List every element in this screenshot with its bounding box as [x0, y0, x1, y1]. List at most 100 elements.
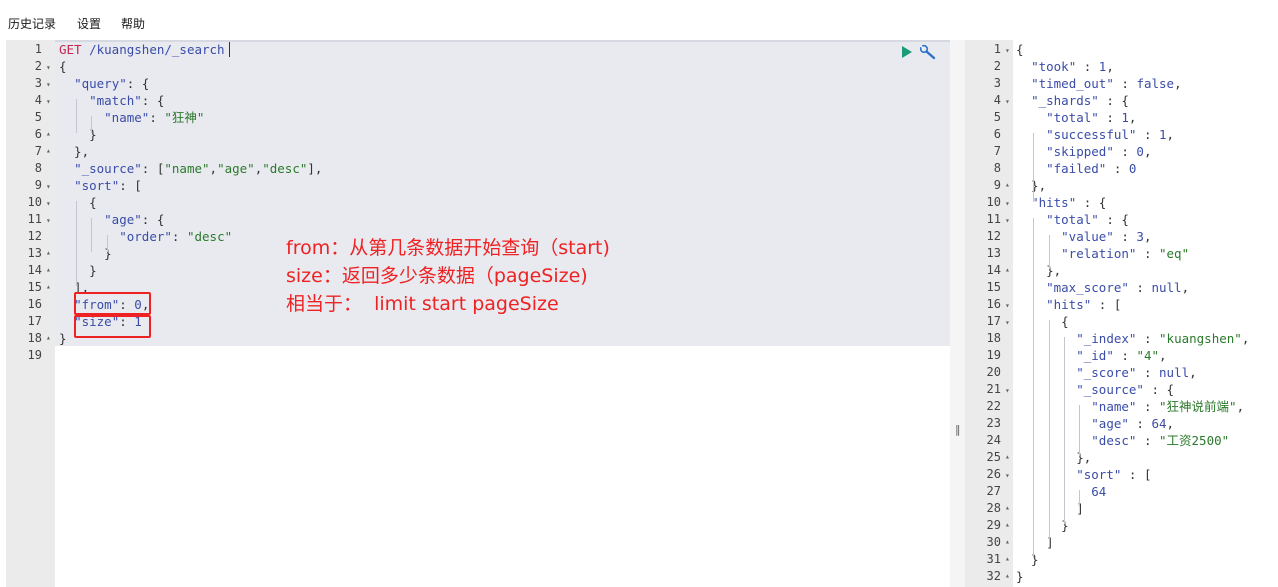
fold-open-icon[interactable]: ▾ [1005, 212, 1010, 229]
indent-guide [1079, 405, 1080, 456]
fold-close-icon[interactable]: ▴ [46, 261, 51, 278]
code-text: }, [1016, 178, 1047, 193]
wrench-icon[interactable] [919, 44, 937, 60]
line-number: 12 [27, 229, 42, 243]
menu-settings[interactable]: 设置 [77, 15, 101, 32]
fold-open-icon[interactable]: ▾ [46, 178, 51, 195]
code-text: "total" : 1, [1046, 110, 1137, 125]
fold-close-icon[interactable]: ▴ [46, 125, 51, 142]
code-line: 8 "failed" : 0 [965, 160, 1278, 177]
annotation-from: from：从第几条数据开始查询（start) [286, 237, 610, 259]
indent-guide [1049, 320, 1050, 541]
code-text: { [1016, 314, 1069, 329]
line-number: 30 [986, 535, 1001, 549]
line-number: 31 [986, 552, 1001, 566]
pane-splitter[interactable] [950, 40, 965, 587]
fold-close-icon[interactable]: ▴ [1005, 448, 1010, 465]
fold-close-icon[interactable]: ▴ [46, 278, 51, 295]
fold-open-icon[interactable]: ▾ [1005, 42, 1010, 59]
fold-close-icon[interactable]: ▴ [46, 329, 51, 346]
text-cursor [229, 42, 230, 57]
fold-close-icon[interactable]: ▴ [1005, 499, 1010, 516]
code-line: 23 "age" : 64, [965, 415, 1278, 432]
code-line: 10 ▾ { [6, 194, 950, 211]
fold-close-icon[interactable]: ▴ [1005, 176, 1010, 193]
fold-open-icon[interactable]: ▾ [1005, 314, 1010, 331]
code-line: 29 ▴ } [965, 517, 1278, 534]
line-number: 23 [986, 416, 1001, 430]
line-number: 3 [993, 76, 1001, 90]
indent-guide [1033, 133, 1034, 201]
code-line: 9 ▴ }, [965, 177, 1278, 194]
code-line: 20 "_score" : null, [965, 364, 1278, 381]
code-text: "max_score" : null, [1046, 280, 1190, 295]
code-line: 18 "_index" : "kuangshen", [965, 330, 1278, 347]
fold-open-icon[interactable]: ▾ [46, 93, 51, 110]
fold-close-icon[interactable]: ▴ [46, 142, 51, 159]
line-number: 17 [27, 314, 42, 328]
line-number: 14 [27, 263, 42, 277]
response-viewer[interactable]: 1 ▾{2 "took" : 1, 3 "timed_out" : false, 4 ▾… [965, 40, 1278, 587]
fold-open-icon[interactable]: ▾ [46, 59, 51, 76]
line-number: 12 [986, 229, 1001, 243]
line-number: 9 [993, 178, 1001, 192]
code-line: 15 "max_score" : null, [965, 279, 1278, 296]
line-number: 15 [986, 280, 1001, 294]
fold-close-icon[interactable]: ▴ [1005, 533, 1010, 550]
fold-open-icon[interactable]: ▾ [1005, 467, 1010, 484]
code-line: 31 ▴ } [965, 551, 1278, 568]
code-line: 3 "timed_out" : false, [965, 75, 1278, 92]
fold-open-icon[interactable]: ▾ [1005, 382, 1010, 399]
code-text: "age" : 64, [1091, 416, 1175, 431]
annotation-size: size：返回多少条数据（pageSize) [286, 265, 588, 287]
fold-close-icon[interactable]: ▴ [1005, 516, 1010, 533]
line-number: 10 [986, 195, 1001, 209]
line-number: 21 [986, 382, 1001, 396]
code-text: { [59, 59, 67, 74]
line-number: 11 [986, 212, 1001, 226]
fold-open-icon[interactable]: ▾ [46, 76, 51, 93]
line-number: 20 [986, 365, 1001, 379]
line-number: 17 [986, 314, 1001, 328]
line-number: 19 [27, 348, 42, 362]
fold-open-icon[interactable]: ▾ [1005, 297, 1010, 314]
fold-open-icon[interactable]: ▾ [1005, 93, 1010, 110]
play-icon[interactable] [901, 46, 913, 58]
fold-open-icon[interactable]: ▾ [1005, 195, 1010, 212]
fold-close-icon[interactable]: ▴ [1005, 567, 1010, 584]
fold-close-icon[interactable]: ▴ [46, 244, 51, 261]
code-line: 7 "skipped" : 0, [965, 143, 1278, 160]
code-text: "_source": ["name","age","desc"], [74, 161, 323, 176]
code-text: "relation" : "eq" [1061, 246, 1190, 261]
indent-guide [107, 235, 108, 252]
menu-help[interactable]: 帮助 [121, 15, 145, 32]
line-number: 1 [993, 42, 1001, 56]
line-number: 24 [986, 433, 1001, 447]
menu-history[interactable]: 历史记录 [8, 15, 56, 32]
line-number: 2 [34, 59, 42, 73]
line-number: 7 [993, 144, 1001, 158]
indent-guide [1049, 235, 1050, 269]
code-line: 2 "took" : 1, [965, 58, 1278, 75]
code-text: "_score" : null, [1076, 365, 1197, 380]
line-number: 14 [986, 263, 1001, 277]
fold-open-icon[interactable]: ▾ [46, 212, 51, 229]
code-text: GET /kuangshen/_search [59, 42, 225, 57]
line-number: 13 [986, 246, 1001, 260]
fold-close-icon[interactable]: ▴ [1005, 261, 1010, 278]
fold-close-icon[interactable]: ▴ [1005, 550, 1010, 567]
code-text: "failed" : 0 [1046, 161, 1137, 176]
drag-handle-icon[interactable]: ‖ [955, 423, 961, 436]
code-line: 19 "_id" : "4", [965, 347, 1278, 364]
code-text: "_id" : "4", [1076, 348, 1167, 363]
line-number: 8 [993, 161, 1001, 175]
fold-open-icon[interactable]: ▾ [46, 195, 51, 212]
line-number: 18 [986, 331, 1001, 345]
line-number: 6 [34, 127, 42, 141]
menu-bar: 历史记录 设置 帮助 [0, 0, 1278, 40]
line-number: 29 [986, 518, 1001, 532]
line-number: 11 [27, 212, 42, 226]
line-number: 26 [986, 467, 1001, 481]
from-highlight-box [74, 292, 151, 315]
line-number: 27 [986, 484, 1001, 498]
